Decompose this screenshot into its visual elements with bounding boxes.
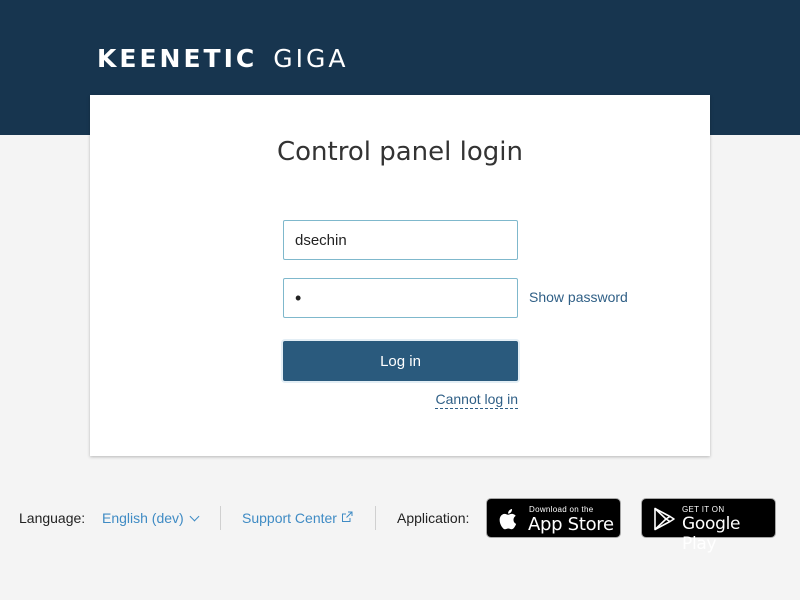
- footer: Language: English (dev) Support Center A…: [0, 497, 800, 554]
- app-store-big-text: App Store: [528, 514, 614, 535]
- language-value: English (dev): [102, 510, 184, 526]
- footer-divider: [375, 506, 376, 530]
- support-center-label: Support Center: [242, 510, 337, 526]
- google-play-big-text: Google Play: [682, 514, 741, 554]
- login-card: Control panel login Show password Log in…: [90, 95, 710, 456]
- brand-logo: KEENETIC GIGA: [97, 44, 348, 74]
- language-label: Language:: [19, 510, 86, 526]
- support-center-link[interactable]: Support Center: [242, 510, 353, 526]
- login-button[interactable]: Log in: [283, 341, 518, 381]
- apple-icon: [499, 509, 517, 530]
- application-label: Application:: [397, 510, 470, 526]
- model-name: GIGA: [273, 44, 349, 73]
- username-field[interactable]: [283, 220, 518, 260]
- app-store-badge[interactable]: Download on the App Store: [486, 498, 621, 538]
- cannot-login-link[interactable]: Cannot log in: [435, 391, 518, 409]
- language-select[interactable]: English (dev): [102, 510, 200, 526]
- google-play-small-text: GET IT ON: [682, 505, 725, 514]
- footer-divider: [220, 506, 221, 530]
- chevron-down-icon: [189, 511, 200, 522]
- brand-name: KEENETIC: [97, 44, 258, 73]
- google-play-icon: [654, 507, 675, 531]
- app-store-small-text: Download on the: [529, 505, 594, 514]
- external-link-icon: [341, 511, 353, 523]
- google-play-badge[interactable]: GET IT ON Google Play: [641, 498, 776, 554]
- page-title: Control panel login: [277, 137, 523, 167]
- show-password-link[interactable]: Show password: [529, 289, 628, 305]
- password-field[interactable]: [283, 278, 518, 318]
